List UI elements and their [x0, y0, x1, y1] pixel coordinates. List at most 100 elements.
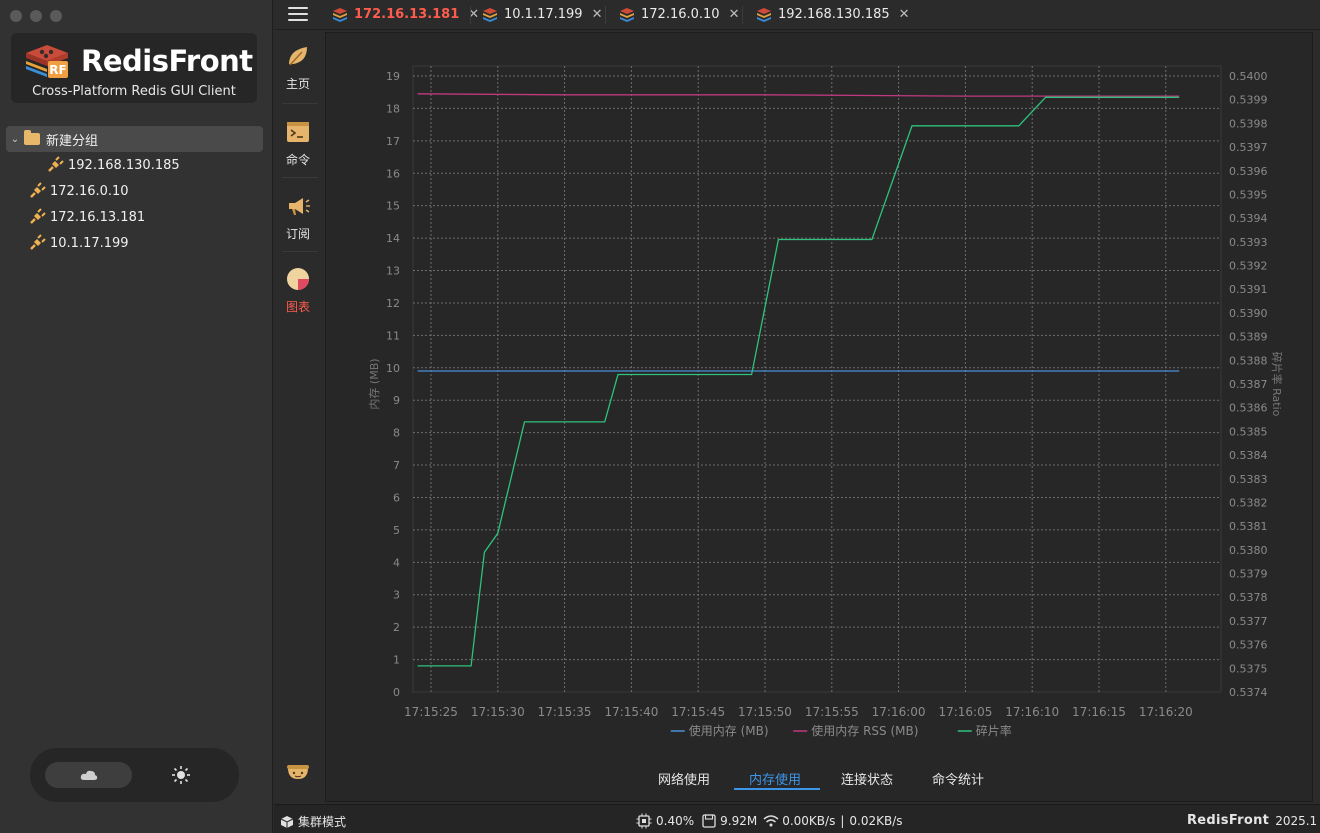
redis-db-icon [483, 8, 497, 22]
y2-tick-label: 0.5385 [1229, 425, 1268, 438]
y-tick-label: 5 [393, 524, 400, 537]
nav-label: 图表 [285, 300, 310, 314]
y2-tick-label: 0.5400 [1229, 70, 1268, 83]
memory-chart: 0123456789101112131415161718190.53740.53… [367, 65, 1284, 738]
subtab-commands[interactable]: 命令统计 [932, 769, 984, 788]
tab-connection[interactable]: 172.16.13.181 ✕ [332, 0, 479, 28]
y2-tick-label: 0.5383 [1229, 473, 1268, 486]
x-tick-label: 17:16:20 [1139, 705, 1193, 719]
y-axis-title: 内存 (MB) [367, 358, 381, 409]
zoom-window-button[interactable] [50, 10, 62, 22]
app-title: RedisFront [81, 44, 253, 78]
redis-logo-icon: RF [26, 45, 68, 78]
close-icon[interactable]: ✕ [592, 7, 603, 22]
x-tick-label: 17:15:55 [805, 705, 859, 719]
y2-tick-label: 0.5390 [1229, 307, 1268, 320]
cube-icon [280, 815, 294, 828]
folder-icon [24, 130, 40, 145]
series-line [417, 93, 1180, 97]
x-tick-label: 17:16:10 [1005, 705, 1059, 719]
subtab-memory[interactable]: 内存使用 [749, 769, 801, 788]
tab-connection[interactable]: 192.168.130.185 ✕ [756, 0, 910, 28]
plug-icon [48, 156, 64, 172]
y2-tick-label: 0.5387 [1229, 378, 1268, 391]
tree-group-row[interactable]: ⌄ 新建分组 [6, 126, 263, 152]
theme-switcher [30, 748, 239, 802]
y-tick-label: 8 [393, 427, 400, 440]
app-logo-card: RF RedisFront Cross-Platform Redis GUI C… [11, 33, 257, 103]
connection-label: 172.16.13.181 [50, 209, 146, 225]
y2-tick-label: 0.5396 [1229, 165, 1268, 178]
dark-theme-button[interactable] [45, 762, 132, 788]
y-tick-label: 14 [386, 232, 400, 245]
y2-tick-label: 0.5391 [1229, 283, 1268, 296]
light-theme-button[interactable] [168, 762, 194, 788]
tab-label: 172.16.13.181 [354, 6, 460, 22]
menu-icon[interactable] [288, 7, 308, 23]
nav-home[interactable]: 主页 [274, 44, 322, 92]
window-controls [10, 10, 62, 22]
nav-command[interactable]: 命令 [274, 120, 322, 168]
tree-connection-row[interactable]: 172.16.13.181 [6, 204, 263, 230]
y2-tick-label: 0.5395 [1229, 188, 1268, 201]
cloud-moon-icon [80, 770, 97, 780]
nav-extra[interactable] [274, 758, 322, 789]
tree-connection-row[interactable]: 172.16.0.10 [6, 178, 263, 204]
y-tick-label: 13 [386, 265, 400, 278]
x-tick-label: 17:16:00 [872, 705, 926, 719]
y-tick-label: 10 [386, 362, 400, 375]
version-label: 2025.1 [1275, 813, 1318, 828]
y2-tick-label: 0.5386 [1229, 402, 1268, 415]
y-tick-label: 2 [393, 621, 400, 634]
tree-connection-row[interactable]: 192.168.130.185 [6, 152, 263, 178]
plot-frame [412, 65, 1222, 693]
nav-subscribe[interactable]: 订阅 [274, 194, 322, 242]
y2-tick-label: 0.5388 [1229, 354, 1268, 367]
y-tick-label: 4 [393, 556, 400, 569]
x-tick-label: 17:15:50 [738, 705, 792, 719]
pie-chart-icon [287, 268, 309, 290]
legend-label: 使用内存 (MB) [689, 723, 769, 738]
y2-tick-label: 0.5378 [1229, 591, 1268, 604]
terminal-icon [287, 122, 309, 142]
nav-label: 主页 [285, 77, 310, 91]
cpu-usage: 0.40% [656, 814, 695, 828]
tab-connection[interactable]: 172.16.0.10 ✕ [619, 0, 739, 28]
legend-label: 使用内存 RSS (MB) [811, 723, 918, 738]
y-tick-label: 7 [393, 459, 400, 472]
tab-label: 10.1.17.199 [504, 6, 583, 22]
minimize-window-button[interactable] [30, 10, 42, 22]
subtab-connections[interactable]: 连接状态 [841, 769, 893, 788]
bowl-icon [287, 765, 309, 779]
y-tick-label: 0 [393, 686, 400, 699]
y2-tick-label: 0.5382 [1229, 496, 1268, 509]
tree-connection-row[interactable]: 10.1.17.199 [6, 230, 263, 256]
wifi-icon [763, 815, 779, 827]
group-label: 新建分组 [46, 133, 99, 149]
svg-text:RF: RF [49, 63, 66, 77]
megaphone-icon [289, 198, 310, 215]
brand-version: RedisFront 2025.1 [1187, 813, 1317, 828]
tab-bar: 172.16.13.181 ✕ 10.1.17.199 ✕ 172.16.0.1… [274, 0, 1320, 30]
y2-tick-label: 0.5392 [1229, 260, 1268, 273]
subtab-network[interactable]: 网络使用 [658, 769, 710, 788]
y-tick-label: 12 [386, 297, 400, 310]
x-tick-label: 17:15:35 [538, 705, 592, 719]
y-tick-label: 19 [386, 70, 400, 83]
memory-chart-panel: 0 1 2 3 4 5 6 7 8 9 10 11 12 13 14 15 16 17 18 19 0.5374 0.53… [325, 32, 1313, 802]
tab-connection[interactable]: 10.1.17.199 ✕ [482, 0, 602, 28]
y-tick-label: 6 [393, 491, 400, 504]
feature-iconbar: 主页 命令 订阅 图表 [274, 32, 324, 802]
close-window-button[interactable] [10, 10, 22, 22]
close-icon[interactable]: ✕ [899, 7, 910, 22]
connection-label: 192.168.130.185 [68, 157, 180, 173]
y2-tick-label: 0.5376 [1229, 639, 1268, 652]
memory-icon [702, 814, 716, 828]
x-tick-label: 17:15:40 [604, 705, 658, 719]
nav-label: 订阅 [285, 227, 310, 241]
y2-axis-title: 碎片率 Ratio [1270, 352, 1284, 417]
nav-chart[interactable]: 图表 [274, 267, 322, 315]
close-icon[interactable]: ✕ [729, 7, 740, 22]
chevron-down-icon[interactable]: ⌄ [6, 134, 24, 145]
y-tick-label: 18 [386, 102, 400, 115]
